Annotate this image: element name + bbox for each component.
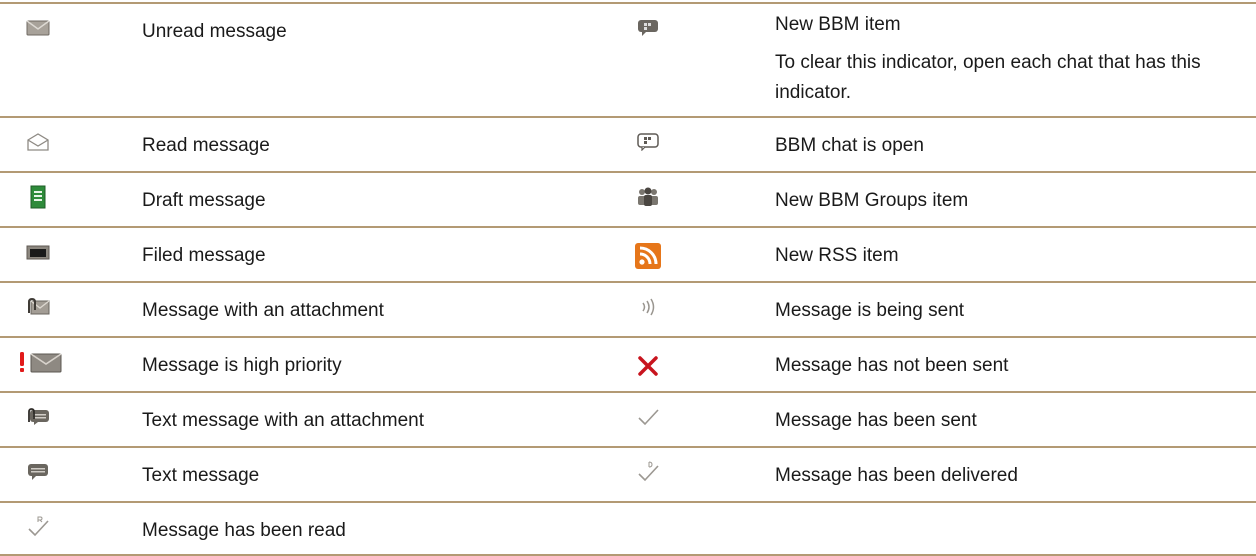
text-message-icon: [22, 456, 54, 488]
message-being-sent-label: Message is being sent: [775, 300, 965, 321]
message-status-indicator-table: Unread message New BBM item To clear thi…: [0, 2, 1256, 556]
filed-message-label: Filed message: [142, 245, 266, 266]
bbm-chat-open-label: BBM chat is open: [775, 135, 924, 156]
new-rss-item-label: New RSS item: [775, 245, 899, 266]
table-row: Message has been read: [0, 501, 1256, 556]
high-priority-label: Message is high priority: [142, 355, 342, 376]
read-check-icon: [22, 511, 54, 543]
message-delivered-label: Message has been delivered: [775, 465, 1018, 486]
note-text: To clear this indicator, open each chat …: [775, 52, 1201, 103]
rss-icon: [632, 240, 664, 272]
table-row: Text message with an attachment Message …: [0, 391, 1256, 446]
sending-waves-icon: [632, 291, 664, 323]
red-x-icon: [632, 350, 664, 382]
table-row: Read message BBM chat is open: [0, 116, 1256, 171]
read-message-label: Read message: [142, 135, 270, 156]
text-attachment-label: Text message with an attachment: [142, 410, 424, 431]
bbm-new-item-icon: [632, 12, 664, 44]
label-text: New BBM item: [775, 14, 901, 35]
message-not-sent-label: Message has not been sent: [775, 355, 1009, 376]
read-envelope-icon: [22, 126, 54, 158]
table-row: Draft message New BBM Groups item: [0, 171, 1256, 226]
table-row: Message with an attachment Message is be…: [0, 281, 1256, 336]
high-priority-envelope-icon: [14, 346, 64, 378]
unread-envelope-icon: [22, 12, 54, 44]
bbm-groups-icon: [632, 181, 664, 213]
draft-document-icon: [22, 181, 54, 213]
attachment-message-label: Message with an attachment: [142, 300, 384, 321]
draft-message-label: Draft message: [142, 190, 266, 211]
text-message-label: Text message: [142, 465, 260, 486]
checkmark-icon: [632, 401, 664, 433]
unread-message-label: Unread message: [142, 21, 287, 42]
new-bbm-item-label: New BBM item To clear this indicator, op…: [775, 14, 1245, 108]
delivered-check-icon: [632, 456, 664, 488]
table-row: Message is high priority Message has not…: [0, 336, 1256, 391]
table-row: Filed message New RSS item: [0, 226, 1256, 281]
table-row: Text message Message has been delivered: [0, 446, 1256, 501]
bbm-chat-open-icon: [632, 126, 664, 158]
new-bbm-groups-item-label: New BBM Groups item: [775, 190, 969, 211]
text-attachment-icon: [22, 401, 54, 433]
filed-folder-icon: [22, 236, 54, 268]
attachment-envelope-icon: [22, 291, 54, 323]
table-row: Unread message New BBM item To clear thi…: [0, 2, 1256, 116]
message-read-label: Message has been read: [142, 520, 346, 541]
message-sent-label: Message has been sent: [775, 410, 977, 431]
